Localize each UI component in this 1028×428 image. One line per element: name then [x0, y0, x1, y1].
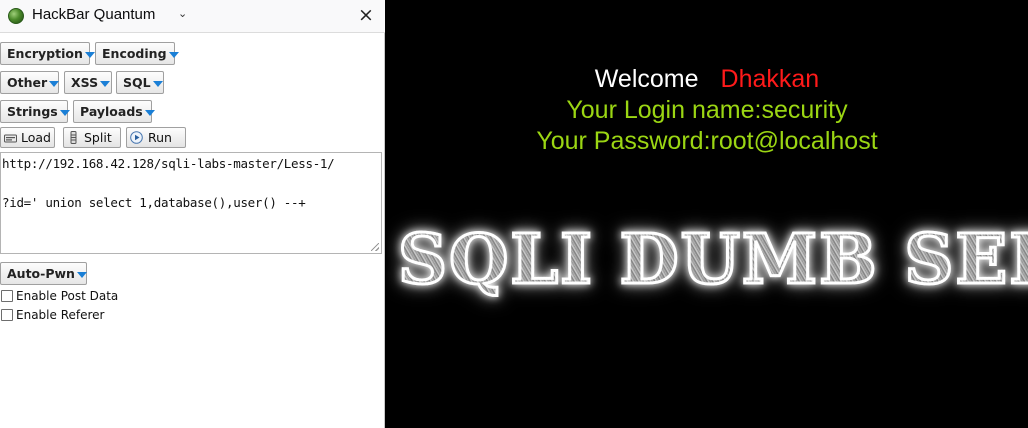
sql-label: SQL	[123, 75, 151, 90]
payloads-label: Payloads	[80, 104, 143, 119]
encoding-label: Encoding	[102, 46, 167, 61]
split-icon	[70, 131, 77, 144]
url-textarea[interactable]: http://192.168.42.128/sqli-labs-master/L…	[0, 152, 382, 254]
run-icon	[130, 131, 143, 144]
dropdown-arrow-icon	[168, 51, 179, 58]
panel-header: HackBar Quantum ⌄ ×	[0, 0, 385, 33]
load-url-button[interactable]: Load	[0, 127, 55, 148]
split-url-button[interactable]: Split	[63, 127, 121, 148]
run-button[interactable]: Run	[126, 127, 186, 148]
page-content: Welcome Dhakkan Your Login name:security …	[386, 0, 1028, 428]
enable-referer-checkbox[interactable]: Enable Referer	[0, 308, 110, 324]
password-text: Your Password:root@localhost	[536, 127, 878, 155]
enable-referer-label: Enable Referer	[16, 308, 105, 322]
split-label: Split	[84, 130, 112, 145]
payloads-dropdown[interactable]: Payloads	[73, 100, 155, 123]
enable-post-data-checkbox[interactable]: Enable Post Data	[0, 289, 120, 305]
encryption-label: Encryption	[7, 46, 83, 61]
dropdown-arrow-icon	[100, 80, 111, 87]
dropdown-arrow-icon	[84, 51, 95, 58]
auto-pwn-label: Auto-Pwn	[7, 266, 75, 281]
checkbox-box[interactable]	[1, 309, 13, 321]
xss-dropdown[interactable]: XSS	[64, 71, 112, 94]
dropdown-arrow-icon	[76, 271, 87, 278]
resize-grip-icon[interactable]	[371, 243, 379, 251]
dropdown-arrow-icon	[49, 80, 60, 87]
load-icon	[4, 134, 17, 143]
hackbar-panel: HackBar Quantum ⌄ × Encryption Encoding …	[0, 0, 385, 428]
checkbox-box[interactable]	[1, 290, 13, 302]
welcome-text: Welcome	[594, 65, 699, 93]
sqli-dumb-series-banner: SQLI DUMB SERIES	[397, 219, 1028, 302]
other-label: Other	[7, 75, 48, 90]
sql-dropdown[interactable]: SQL	[116, 71, 164, 94]
welcome-name: Dhakkan	[720, 65, 820, 93]
strings-dropdown[interactable]: Strings	[0, 100, 70, 123]
login-name-text: Your Login name:security	[566, 96, 848, 124]
query-line: ?id=' union select 1,database(),user() -…	[2, 195, 306, 210]
welcome-line: Welcome Dhakkan	[386, 65, 1028, 94]
close-panel-button[interactable]: ×	[356, 4, 376, 26]
url-line: http://192.168.42.128/sqli-labs-master/L…	[2, 156, 335, 171]
load-label: Load	[21, 130, 51, 145]
encryption-dropdown[interactable]: Encryption	[0, 42, 95, 65]
run-label: Run	[148, 130, 172, 145]
xss-label: XSS	[71, 75, 99, 90]
dropdown-arrow-icon	[152, 80, 163, 87]
dropdown-arrow-icon	[59, 109, 70, 116]
auto-pwn-dropdown[interactable]: Auto-Pwn	[0, 262, 87, 285]
dropdown-arrow-icon	[144, 109, 155, 116]
enable-post-data-label: Enable Post Data	[16, 289, 119, 303]
panel-title[interactable]: HackBar Quantum	[32, 6, 155, 23]
strings-label: Strings	[7, 104, 58, 119]
encoding-dropdown[interactable]: Encoding	[95, 42, 179, 65]
hackbar-logo-icon	[8, 8, 24, 24]
chevron-down-icon[interactable]: ⌄	[178, 7, 187, 20]
other-dropdown[interactable]: Other	[0, 71, 60, 94]
